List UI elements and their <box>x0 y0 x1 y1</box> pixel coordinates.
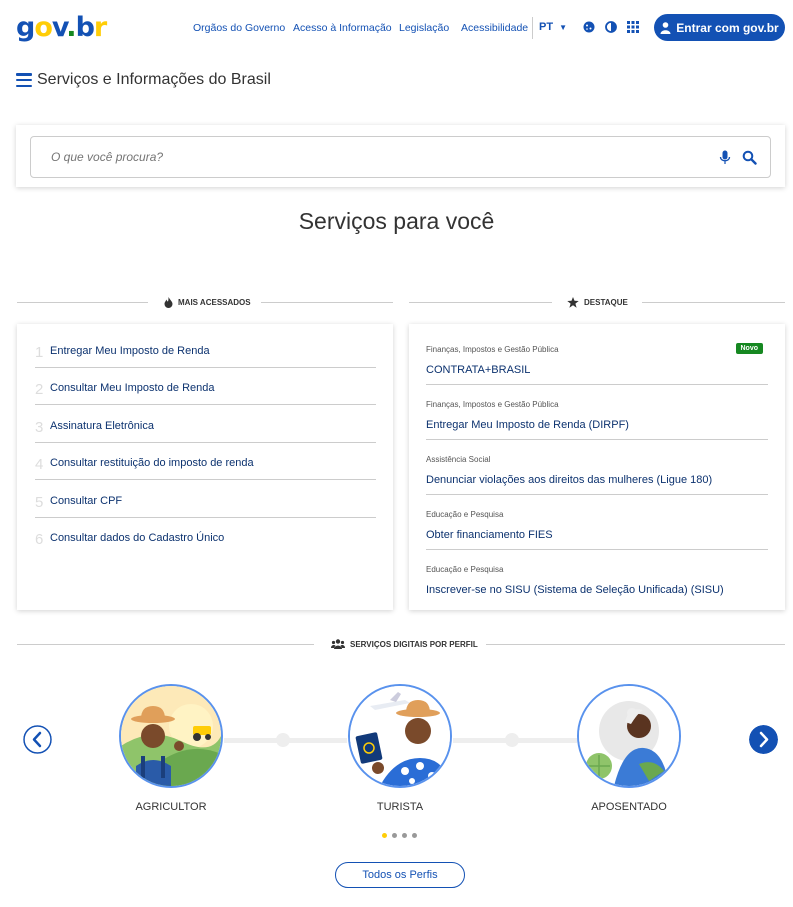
destaque-heading: DESTAQUE <box>567 297 628 308</box>
new-badge: Novo <box>735 343 763 354</box>
profile-aposentado-image[interactable] <box>577 684 681 788</box>
contrast-icon[interactable] <box>604 20 618 34</box>
item-link[interactable]: Entregar Meu Imposto de Renda <box>50 345 210 357</box>
divider-line <box>642 302 785 303</box>
list-item[interactable]: 2 Consultar Meu Imposto de Renda <box>35 368 376 405</box>
fire-icon <box>164 297 173 308</box>
item-number: 4 <box>35 456 44 473</box>
login-button[interactable]: Entrar com gov.br <box>654 14 785 41</box>
nav-acesso-informacao[interactable]: Acesso à Informação <box>293 22 392 34</box>
list-item[interactable]: Finanças, Impostos e Gestão Pública Entr… <box>426 385 768 440</box>
item-link[interactable]: Consultar dados do Cadastro Único <box>50 532 224 544</box>
login-label: Entrar com gov.br <box>676 20 779 35</box>
item-link[interactable]: Consultar restituição do imposto de rend… <box>50 457 254 469</box>
header: gov.br Orgãos do Governo Acesso à Inform… <box>0 0 793 56</box>
perfis-heading: SERVIÇOS DIGITAIS POR PERFIL <box>331 639 478 649</box>
govbr-logo[interactable]: gov.br <box>16 12 107 43</box>
list-item[interactable]: Assistência Social Denunciar violações a… <box>426 440 768 495</box>
mais-acessados-card: 1 Entregar Meu Imposto de Renda 2 Consulta… <box>17 324 393 610</box>
divider-line <box>261 302 393 303</box>
carousel-connector-dot <box>505 733 519 747</box>
star-icon <box>567 297 579 308</box>
item-link[interactable]: CONTRATA+BRASIL <box>426 364 530 376</box>
search-icon[interactable] <box>742 150 757 165</box>
carousel-dot-active[interactable] <box>382 833 387 838</box>
mais-acessados-heading: MAIS ACESSADOS <box>164 297 251 308</box>
nav-orgaos-governo[interactable]: Orgãos do Governo <box>193 22 285 34</box>
microphone-icon[interactable] <box>719 150 731 165</box>
item-link[interactable]: Denunciar violações aos direitos das mul… <box>426 474 712 486</box>
item-link[interactable]: Obter financiamento FIES <box>426 529 553 541</box>
list-item[interactable]: 6 Consultar dados do Cadastro Único <box>35 518 376 555</box>
item-link[interactable]: Consultar Meu Imposto de Renda <box>50 382 214 394</box>
item-category: Educação e Pesquisa <box>426 510 504 519</box>
site-title: Serviços e Informações do Brasil <box>37 71 271 88</box>
destaque-card: Finanças, Impostos e Gestão Pública Novo… <box>409 324 785 610</box>
item-link[interactable]: Inscrever-se no SISU (Sistema de Seleção… <box>426 584 724 596</box>
item-link[interactable]: Entregar Meu Imposto de Renda (DIRPF) <box>426 419 629 431</box>
carousel-dot[interactable] <box>402 833 407 838</box>
header-divider <box>532 17 533 39</box>
item-category: Educação e Pesquisa <box>426 565 504 574</box>
nav-legislacao[interactable]: Legislação <box>399 22 449 34</box>
search-input[interactable] <box>51 150 651 164</box>
item-link[interactable]: Assinatura Eletrônica <box>50 420 154 432</box>
language-selector[interactable]: PT ▼ <box>539 21 567 33</box>
item-category: Assistência Social <box>426 455 491 464</box>
people-icon <box>331 639 345 649</box>
carousel-connector-dot <box>276 733 290 747</box>
list-item[interactable]: Educação e Pesquisa Inscrever-se no SISU… <box>426 550 768 605</box>
profile-agricultor-image[interactable] <box>119 684 223 788</box>
list-item[interactable]: 1 Entregar Meu Imposto de Renda <box>35 331 376 368</box>
profile-agricultor-label[interactable]: AGRICULTOR <box>101 801 241 813</box>
chevron-right-icon[interactable] <box>749 725 778 754</box>
item-link[interactable]: Consultar CPF <box>50 495 122 507</box>
list-item[interactable]: 3 Assinatura Eletrônica <box>35 406 376 443</box>
item-number: 3 <box>35 419 44 436</box>
list-item[interactable]: Educação e Pesquisa Obter financiamento … <box>426 495 768 550</box>
search-box <box>30 136 771 178</box>
carousel-dot[interactable] <box>412 833 417 838</box>
item-number: 1 <box>35 344 44 361</box>
profile-aposentado-label[interactable]: APOSENTADO <box>559 801 699 813</box>
list-item[interactable]: Finanças, Impostos e Gestão Pública Novo… <box>426 330 768 385</box>
divider-line <box>17 644 314 645</box>
carousel-pagination <box>382 833 417 838</box>
chevron-left-icon[interactable] <box>23 725 52 754</box>
divider-line <box>486 644 785 645</box>
apps-grid-icon[interactable] <box>626 20 640 34</box>
chevron-down-icon: ▼ <box>559 23 567 32</box>
menu-icon[interactable] <box>16 73 32 88</box>
divider-line <box>409 302 552 303</box>
nav-acessibilidade[interactable]: Acessibilidade <box>461 22 528 34</box>
carousel-dot[interactable] <box>392 833 397 838</box>
language-code: PT <box>539 21 554 33</box>
item-number: 6 <box>35 531 44 548</box>
all-profiles-button[interactable]: Todos os Perfis <box>335 862 465 888</box>
item-category: Finanças, Impostos e Gestão Pública <box>426 400 559 409</box>
mais-acessados-title: MAIS ACESSADOS <box>178 298 251 307</box>
divider-line <box>17 302 148 303</box>
item-number: 2 <box>35 381 44 398</box>
list-item[interactable]: 4 Consultar restituição do imposto de ren… <box>35 443 376 480</box>
item-category: Finanças, Impostos e Gestão Pública <box>426 345 559 354</box>
page-heading: Serviços para você <box>298 208 495 234</box>
profile-turista-image[interactable] <box>348 684 452 788</box>
search-panel <box>16 125 785 187</box>
destaque-title: DESTAQUE <box>584 298 628 307</box>
perfis-title: SERVIÇOS DIGITAIS POR PERFIL <box>350 639 478 649</box>
user-icon <box>660 21 671 34</box>
item-number: 5 <box>35 494 44 511</box>
cookie-icon[interactable] <box>582 20 596 34</box>
list-item[interactable]: 5 Consultar CPF <box>35 481 376 518</box>
profile-turista-label[interactable]: TURISTA <box>330 801 470 813</box>
